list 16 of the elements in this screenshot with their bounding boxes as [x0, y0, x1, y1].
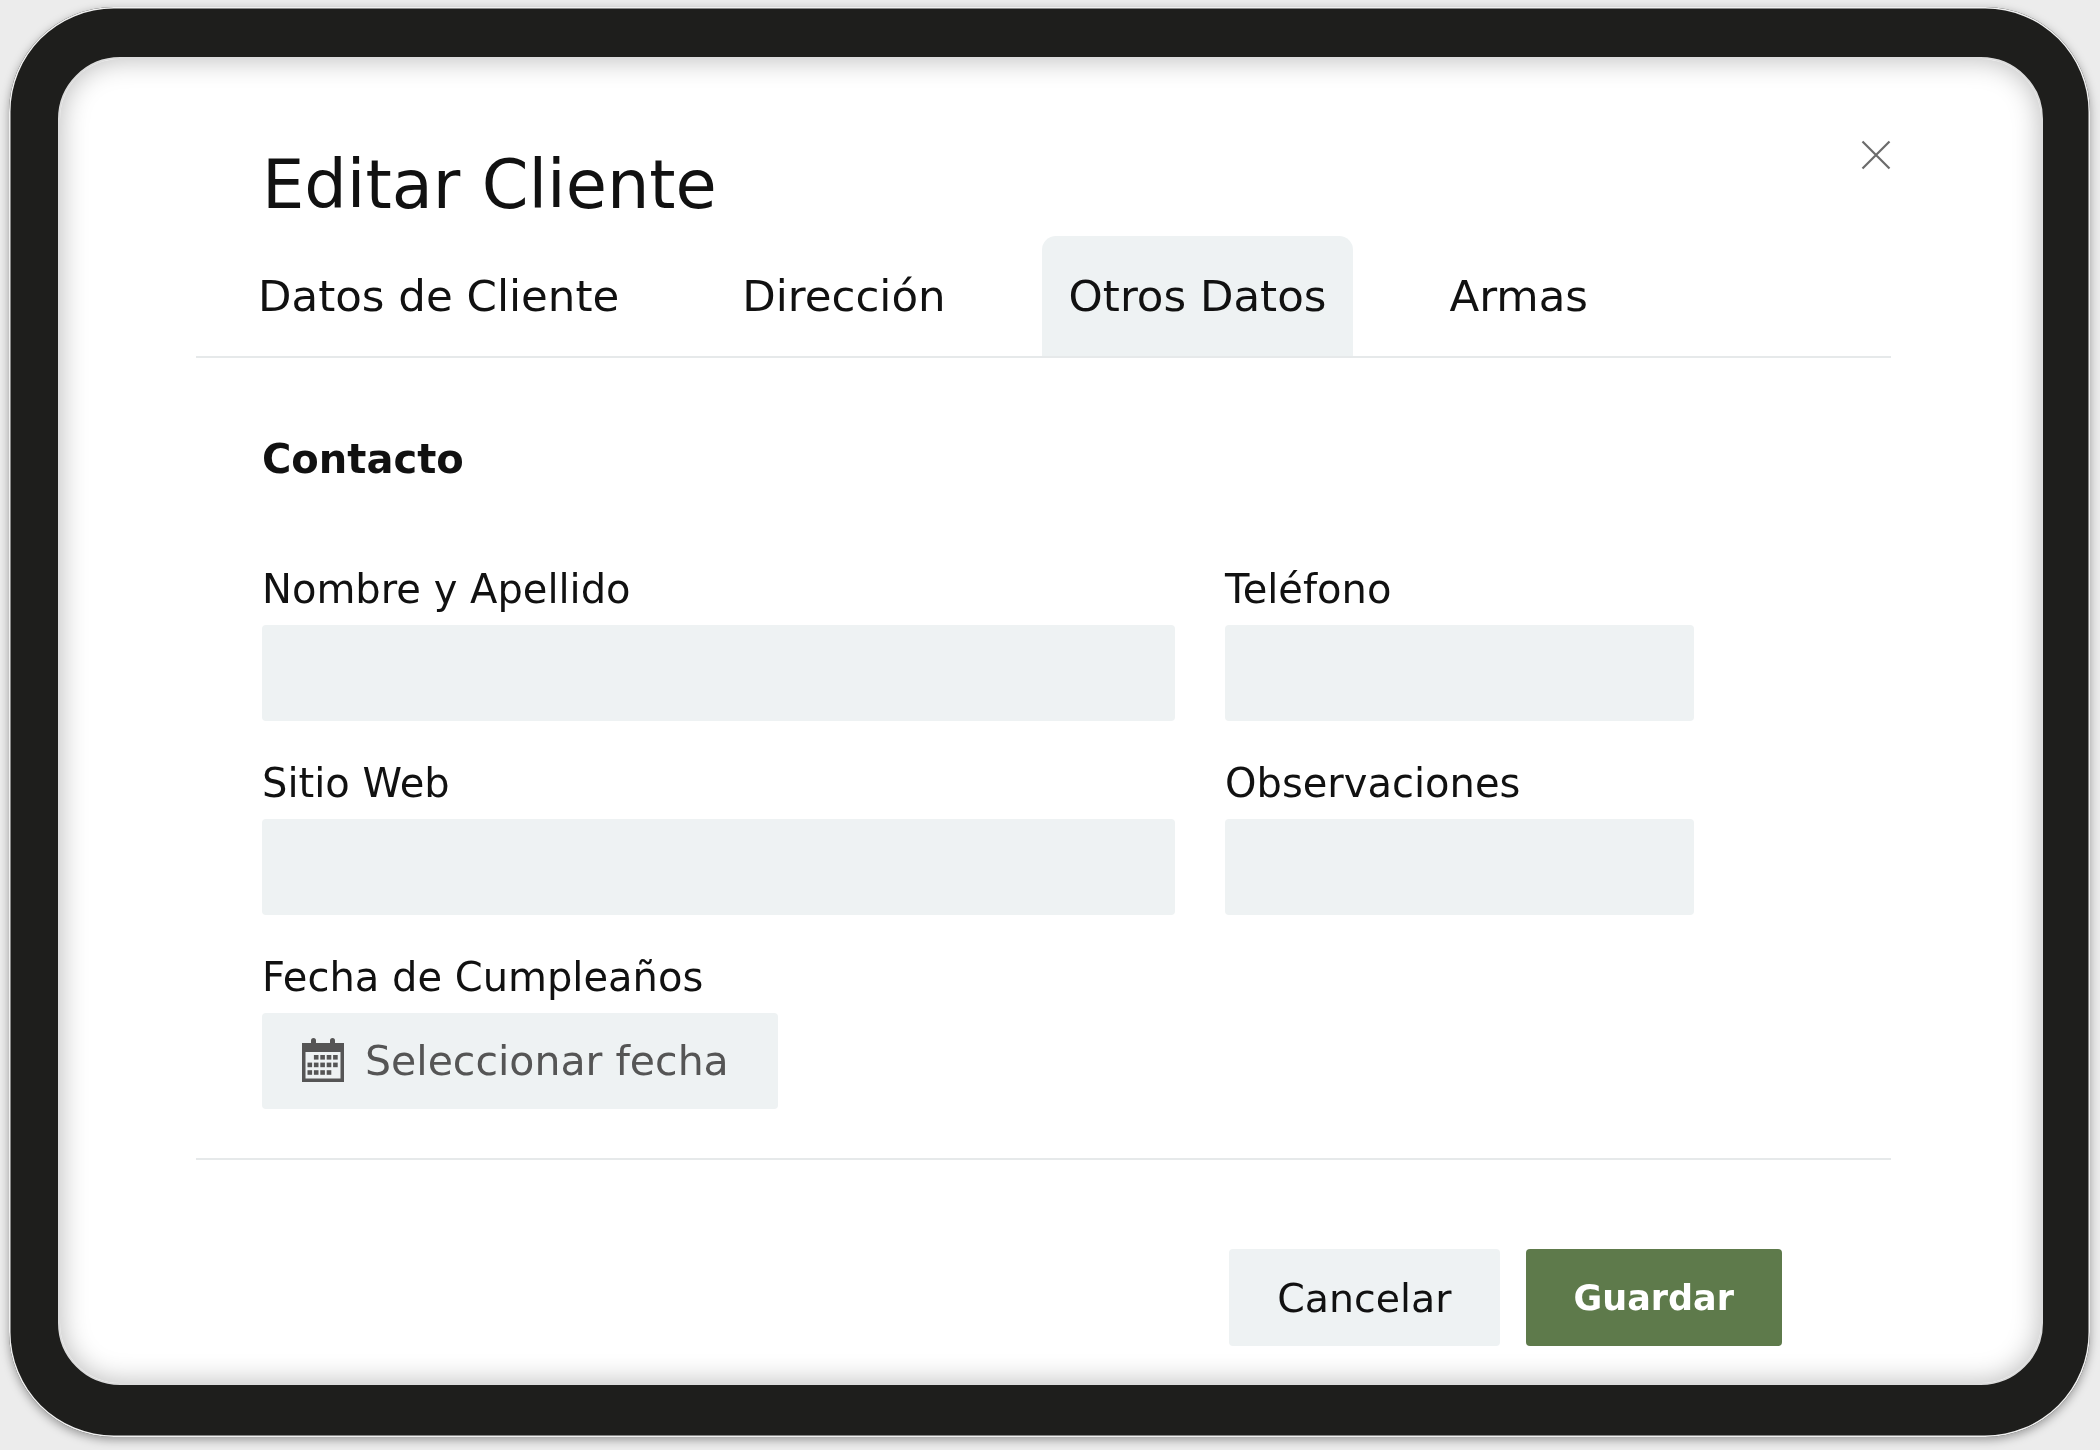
- date-field[interactable]: Seleccionar fecha: [262, 1013, 778, 1109]
- tab[interactable]: Dirección: [715, 236, 973, 356]
- field-label: Teléfono: [1225, 565, 1392, 613]
- calendar-icon: [301, 1038, 345, 1082]
- field-label: Observaciones: [1225, 759, 1521, 807]
- tab[interactable]: Otros Datos: [1041, 236, 1354, 356]
- tab[interactable]: Armas: [1422, 236, 1615, 356]
- close-icon[interactable]: [1861, 140, 1891, 170]
- cancel-button[interactable]: Cancelar: [1229, 1249, 1500, 1346]
- tab[interactable]: Datos de Cliente: [231, 236, 647, 356]
- field-label: Nombre y Apellido: [262, 565, 631, 613]
- field-label: Fecha de Cumpleaños: [262, 953, 704, 1001]
- field-label: Sitio Web: [262, 759, 450, 807]
- section-title: Contacto: [262, 435, 464, 483]
- dialog-title: Editar Cliente: [262, 145, 717, 225]
- save-button[interactable]: Guardar: [1525, 1249, 1782, 1346]
